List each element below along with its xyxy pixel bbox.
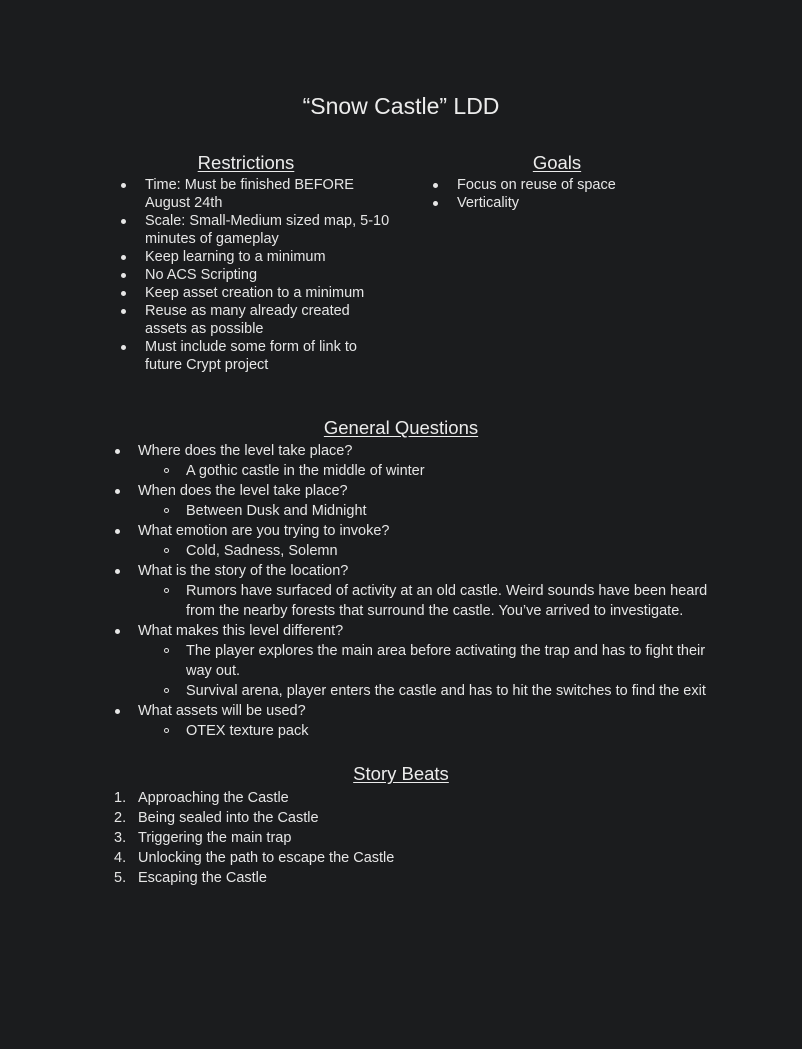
- story-beat-item: 3. Triggering the main trap: [114, 830, 292, 846]
- goals-list: Focus on reuse of space Verticality: [412, 176, 702, 212]
- list-number: 1.: [114, 790, 127, 806]
- hollow-bullet-icon: [164, 648, 169, 653]
- list-number: 2.: [114, 810, 127, 826]
- story-beats-heading: Story Beats: [353, 763, 449, 784]
- story-beat-item: 4. Unlocking the path to escape the Castl…: [114, 850, 395, 866]
- restriction-item: Time: Must be finished BEFORE August 24t…: [100, 176, 392, 212]
- bullet-icon: [121, 219, 126, 224]
- restrictions-heading: Restrictions: [197, 152, 295, 173]
- bullet-icon: [121, 309, 126, 314]
- goal-item: Focus on reuse of space: [412, 176, 702, 194]
- goals-section: Goals Focus on reuse of space Verticalit…: [412, 152, 702, 212]
- restriction-item: Keep asset creation to a minimum: [100, 284, 392, 302]
- bullet-icon: [115, 489, 120, 494]
- hollow-bullet-icon: [164, 728, 169, 733]
- bullet-icon: [433, 183, 438, 188]
- answer-item: Rumors have surfaced of activity at an o…: [114, 581, 734, 621]
- restriction-item: No ACS Scripting: [100, 266, 392, 284]
- story-beats-list: 1. Approaching the Castle 2. Being sealed …: [114, 788, 714, 888]
- restrictions-list: Time: Must be finished BEFORE August 24t…: [100, 176, 392, 374]
- question-item: What assets will be used?: [114, 701, 734, 721]
- question-item: What emotion are you trying to invoke?: [114, 521, 734, 541]
- bullet-icon: [121, 255, 126, 260]
- general-questions-heading: General Questions: [323, 417, 479, 438]
- bullet-icon: [115, 569, 120, 574]
- hollow-bullet-icon: [164, 588, 169, 593]
- answer-item: Cold, Sadness, Solemn: [114, 541, 734, 561]
- answer-item: Survival arena, player enters the castle…: [114, 681, 734, 701]
- question-item: What is the story of the location?: [114, 561, 734, 581]
- document-title: “Snow Castle” LDD: [302, 93, 500, 119]
- hollow-bullet-icon: [164, 468, 169, 473]
- question-item: When does the level take place?: [114, 481, 734, 501]
- goal-item: Verticality: [412, 194, 702, 212]
- bullet-icon: [115, 709, 120, 714]
- story-beat-item: 2. Being sealed into the Castle: [114, 810, 319, 826]
- bullet-icon: [433, 201, 438, 206]
- answer-item: The player explores the main area before…: [114, 641, 734, 681]
- story-beat-item: 1. Approaching the Castle: [114, 790, 289, 806]
- hollow-bullet-icon: [164, 508, 169, 513]
- goals-heading: Goals: [532, 152, 582, 173]
- answer-item: Between Dusk and Midnight: [114, 501, 734, 521]
- hollow-bullet-icon: [164, 688, 169, 693]
- bullet-icon: [115, 529, 120, 534]
- list-number: 5.: [114, 870, 127, 886]
- list-number: 3.: [114, 830, 127, 846]
- answer-item: A gothic castle in the middle of winter: [114, 461, 734, 481]
- hollow-bullet-icon: [164, 548, 169, 553]
- restriction-item: Scale: Small-Medium sized map, 5-10 minu…: [100, 212, 392, 248]
- restrictions-section: Restrictions Time: Must be finished BEFO…: [100, 152, 392, 374]
- bullet-icon: [121, 345, 126, 350]
- general-questions-list: Where does the level take place? A gothi…: [114, 441, 734, 741]
- list-number: 4.: [114, 850, 127, 866]
- question-item: What makes this level different?: [114, 621, 734, 641]
- restriction-item: Keep learning to a minimum: [100, 248, 392, 266]
- story-beat-item: 5. Escaping the Castle: [114, 870, 267, 886]
- bullet-icon: [115, 629, 120, 634]
- restriction-item: Reuse as many already created assets as …: [100, 302, 392, 338]
- question-item: Where does the level take place?: [114, 441, 734, 461]
- bullet-icon: [121, 291, 126, 296]
- restriction-item: Must include some form of link to future…: [100, 338, 392, 374]
- bullet-icon: [121, 183, 126, 188]
- answer-item: OTEX texture pack: [114, 721, 734, 741]
- bullet-icon: [121, 273, 126, 278]
- document-page: “Snow Castle” LDD Restrictions Time: Mus…: [0, 0, 802, 1049]
- bullet-icon: [115, 449, 120, 454]
